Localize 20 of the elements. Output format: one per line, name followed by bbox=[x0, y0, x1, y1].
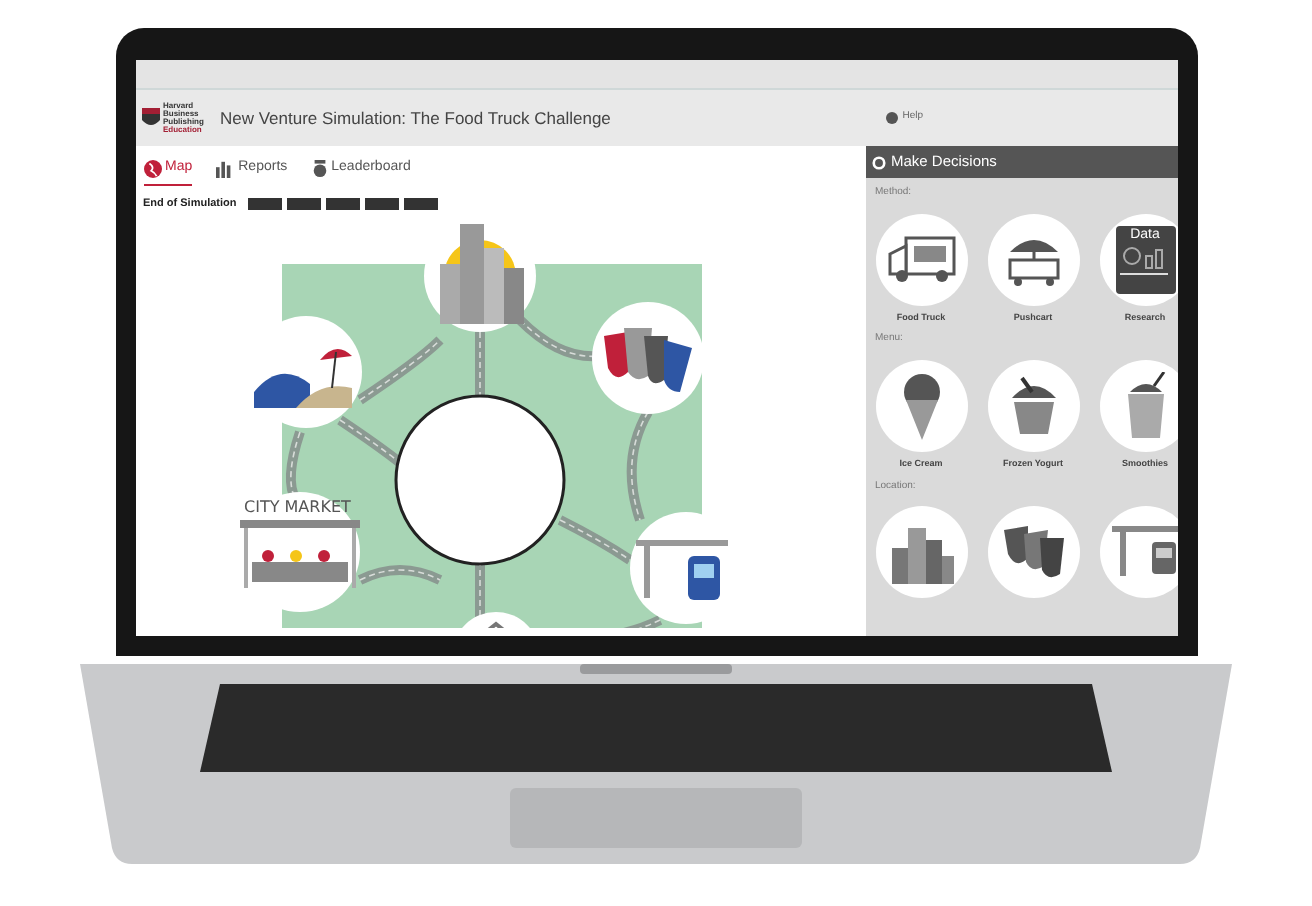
medal-icon bbox=[311, 159, 328, 178]
market-sign-text: CITY MARKET bbox=[243, 497, 350, 516]
option-button[interactable] bbox=[1099, 506, 1177, 598]
option-button[interactable] bbox=[987, 213, 1079, 305]
train-station-icon bbox=[1111, 522, 1177, 582]
food-truck-icon bbox=[887, 233, 955, 285]
chart-icon bbox=[1119, 243, 1167, 275]
option-button[interactable] bbox=[987, 359, 1079, 452]
app-title: New Venture Simulation: The Food Truck Challenge bbox=[219, 105, 611, 131]
help-icon bbox=[886, 112, 899, 124]
bar-chart-icon bbox=[216, 159, 235, 178]
theater-masks-icon bbox=[999, 522, 1067, 582]
gear-icon bbox=[871, 155, 885, 169]
globe-icon bbox=[143, 159, 161, 178]
option-button[interactable] bbox=[987, 506, 1079, 598]
option-button[interactable] bbox=[1099, 359, 1177, 452]
shield-icon bbox=[141, 108, 159, 128]
option-button[interactable] bbox=[875, 506, 967, 598]
option-button[interactable] bbox=[875, 213, 967, 305]
option-button[interactable] bbox=[875, 359, 967, 452]
